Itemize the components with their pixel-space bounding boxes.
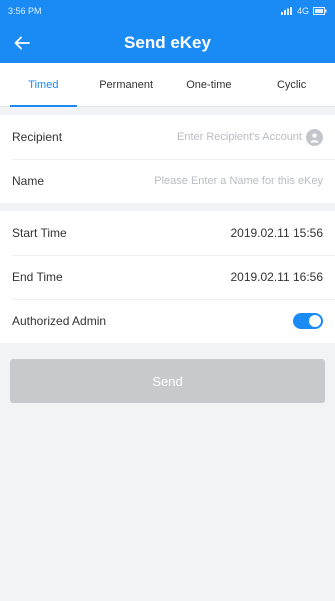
page-title: Send eKey (124, 32, 211, 52)
person-icon (310, 132, 319, 142)
recipient-input[interactable] (72, 131, 302, 143)
status-time: 3:56 PM (8, 6, 42, 16)
time-section: Start Time 2019.02.11 15:56 End Time 201… (0, 211, 335, 343)
back-button[interactable] (10, 31, 34, 55)
ekey-type-tabs: Timed Permanent One-time Cyclic (0, 63, 335, 107)
end-time-label: End Time (12, 270, 63, 284)
network-type: 4G (296, 6, 309, 16)
name-label: Name (12, 174, 45, 188)
tab-timed[interactable]: Timed (2, 63, 85, 107)
signal-icon (280, 7, 292, 15)
end-time-value[interactable]: 2019.02.11 16:56 (230, 270, 323, 284)
ekey-name-input[interactable] (54, 175, 323, 187)
toggle-knob (309, 315, 321, 327)
send-button[interactable]: Send (10, 359, 325, 403)
contact-icon[interactable] (306, 128, 323, 146)
authorized-admin-row: Authorized Admin (0, 299, 335, 343)
authorized-admin-label: Authorized Admin (12, 314, 107, 328)
start-time-label: Start Time (12, 226, 67, 240)
title-bar: Send eKey (0, 22, 335, 63)
tab-one-time[interactable]: One-time (168, 63, 251, 106)
start-time-value[interactable]: 2019.02.11 15:56 (230, 226, 323, 240)
authorized-admin-toggle[interactable] (293, 313, 323, 329)
recipient-label: Recipient (12, 130, 63, 144)
recipient-row: Recipient (0, 115, 335, 159)
battery-icon (313, 7, 327, 15)
tab-cyclic[interactable]: Cyclic (250, 63, 333, 106)
name-row: Name (0, 159, 335, 203)
recipient-section: Recipient Name (0, 115, 335, 203)
arrow-left-icon (14, 36, 30, 49)
status-icons: 4G (280, 6, 327, 16)
end-time-row[interactable]: End Time 2019.02.11 16:56 (0, 255, 335, 299)
status-bar: 3:56 PM 4G (0, 0, 335, 22)
start-time-row[interactable]: Start Time 2019.02.11 15:56 (0, 211, 335, 255)
tab-permanent[interactable]: Permanent (85, 63, 168, 106)
